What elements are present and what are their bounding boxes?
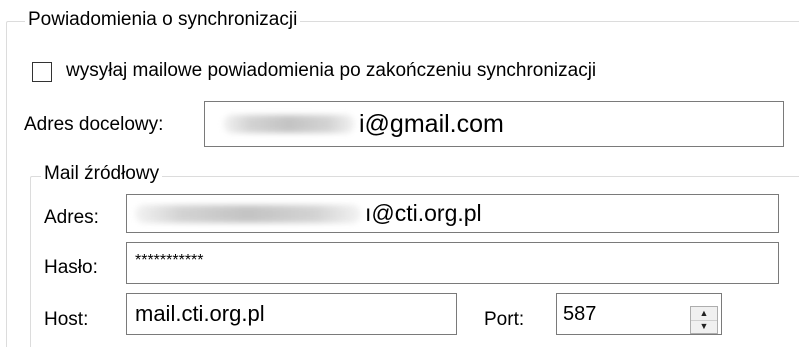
destination-address-value: i@gmail.com — [359, 109, 504, 138]
source-address-label: Adres: — [44, 207, 99, 228]
send-email-notifications-checkbox[interactable] — [32, 62, 52, 82]
port-value: 587 — [563, 302, 597, 325]
source-address-input[interactable]: ı@cti.org.pl — [126, 194, 779, 233]
host-value: mail.cti.org.pl — [135, 301, 265, 326]
password-input[interactable]: *********** — [126, 242, 779, 284]
redacted-text-mask — [135, 204, 361, 223]
source-mail-title: Mail źródłowy — [41, 163, 163, 185]
destination-address-label: Adres docelowy: — [24, 114, 164, 135]
port-spinner[interactable]: ▲ ▼ — [690, 306, 718, 334]
send-email-notifications-label[interactable]: wysyłaj mailowe powiadomienia po zakończ… — [66, 60, 596, 82]
source-address-value: ı@cti.org.pl — [365, 200, 482, 226]
host-label: Host: — [44, 309, 89, 330]
host-input[interactable]: mail.cti.org.pl — [126, 293, 457, 335]
password-label: Hasło: — [44, 257, 98, 278]
down-arrow-icon[interactable]: ▼ — [691, 321, 717, 334]
port-label: Port: — [484, 309, 525, 330]
password-value: *********** — [135, 252, 204, 269]
sync-notifications-title: Powiadomienia o synchronizacji — [25, 9, 301, 31]
redacted-text-mask — [223, 115, 355, 133]
destination-address-input[interactable]: i@gmail.com — [204, 101, 784, 147]
up-arrow-icon[interactable]: ▲ — [691, 307, 717, 321]
